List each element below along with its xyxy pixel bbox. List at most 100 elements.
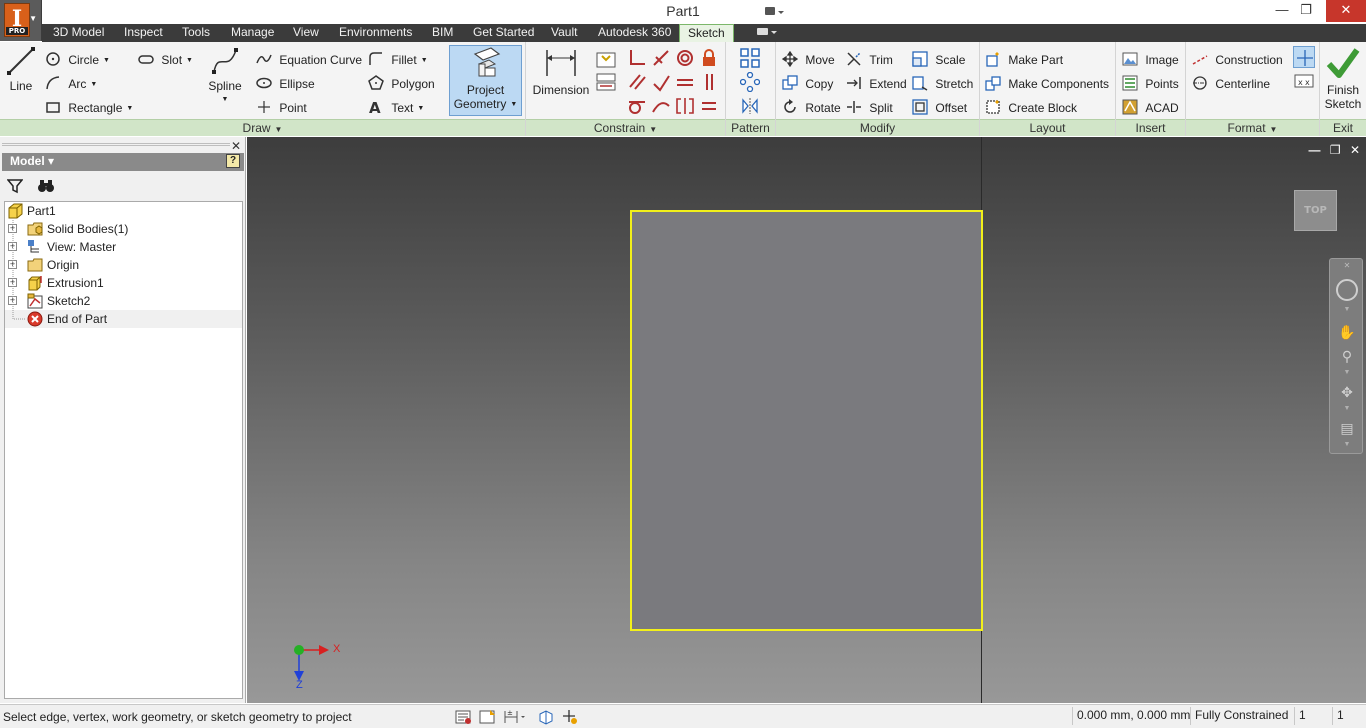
tangent-constraint-icon[interactable] (627, 96, 647, 116)
fillet-button[interactable]: Fillet ▼ (368, 48, 428, 69)
finish-sketch-button[interactable]: Finish Sketch (1322, 46, 1364, 116)
insert-panel-title[interactable]: Insert (1116, 119, 1185, 136)
restore-button[interactable]: ❐ (1292, 0, 1320, 22)
tab-inspect[interactable]: Inspect (124, 24, 163, 42)
coincident-constraint-icon[interactable] (627, 48, 647, 68)
perpendicular-constraint-icon[interactable] (651, 72, 671, 92)
parallel-constraint-icon[interactable] (627, 72, 647, 92)
equation-curve-button[interactable]: Equation Curve (256, 48, 362, 68)
layout-panel-title[interactable]: Layout (980, 119, 1115, 136)
polygon-button[interactable]: Polygon (368, 72, 435, 92)
make-part-button[interactable]: Make Part (985, 48, 1063, 68)
driven-dimension-icon[interactable]: xx (1293, 70, 1315, 92)
project-geometry-button[interactable]: Project Geometry ▼ (449, 45, 522, 116)
tab-manage[interactable]: Manage (231, 24, 274, 42)
image-button[interactable]: Image (1122, 48, 1179, 68)
rotate-button[interactable]: Rotate (782, 96, 841, 116)
pattern-panel-title[interactable]: Pattern (726, 119, 775, 136)
exit-panel-title[interactable]: Exit (1320, 119, 1366, 136)
text-button[interactable]: A Text ▼ (368, 96, 424, 117)
pan-hand-icon[interactable]: ✋ (1338, 323, 1356, 341)
application-menu-button[interactable]: I PRO ▼ (0, 0, 42, 41)
tree-node-view-master[interactable]: + View: Master (5, 238, 242, 256)
steering-wheel-icon[interactable] (1336, 279, 1358, 301)
points-button[interactable]: Points (1122, 72, 1179, 92)
tab-environments[interactable]: Environments (339, 24, 412, 42)
viewport-restore-icon[interactable]: ❐ (1330, 143, 1341, 157)
make-components-button[interactable]: Make Components (985, 72, 1109, 92)
circle-button[interactable]: Circle ▼ (45, 48, 110, 69)
tree-node-end-of-part[interactable]: End of Part (5, 310, 242, 328)
horizontal-constraint-icon[interactable] (675, 72, 695, 92)
filter-icon[interactable] (7, 178, 23, 194)
zoom-icon[interactable]: ⚲ (1338, 347, 1356, 365)
modify-panel-title[interactable]: Modify (776, 119, 979, 136)
sketch-rectangle[interactable] (630, 210, 983, 631)
ellipse-button[interactable]: Ellipse (256, 72, 315, 92)
construction-button[interactable]: Construction (1192, 48, 1283, 68)
navbar-customize-icon[interactable]: ▼ (1341, 441, 1353, 448)
tree-node-extrusion1[interactable]: + Extrusion1 (5, 274, 242, 292)
centerline-button[interactable]: Centerline (1192, 72, 1270, 92)
slot-button[interactable]: Slot ▼ (138, 48, 193, 69)
move-button[interactable]: Move (781, 48, 835, 68)
navbar-close-icon[interactable]: ✕ (1330, 261, 1364, 270)
graphics-window[interactable]: — ❐ ✕ TOP ✕ ▼ ✋ ⚲ ▼ ✥ ▼ ▤ ▼ X Z (247, 137, 1366, 703)
format-panel-title[interactable]: Format ▼ (1186, 119, 1319, 136)
tab-overflow-button[interactable] (755, 24, 781, 42)
browser-grip[interactable] (2, 143, 230, 146)
viewport-close-icon[interactable]: ✕ (1350, 143, 1360, 157)
concentric-constraint-icon[interactable] (675, 48, 695, 68)
dimension-visibility-icon[interactable]: ± (503, 708, 527, 726)
smooth-constraint-icon[interactable] (651, 96, 671, 116)
tab-tools[interactable]: Tools (182, 24, 210, 42)
find-binoculars-icon[interactable] (37, 178, 55, 194)
tree-node-sketch2[interactable]: + Sketch2 (5, 292, 242, 310)
symmetric-constraint-icon[interactable] (675, 96, 695, 116)
sketch-dof-icon[interactable] (479, 708, 497, 726)
quick-access-dropdown[interactable] (765, 3, 805, 21)
tab-get-started[interactable]: Get Started (473, 24, 534, 42)
scale-button[interactable]: Scale (912, 48, 965, 68)
fix-constraint-icon[interactable] (699, 48, 719, 68)
tab-sketch[interactable]: Sketch (679, 24, 734, 42)
spline-button[interactable]: Spline ▼ (205, 46, 245, 110)
tab-bim[interactable]: BIM (432, 24, 453, 42)
slice-graphics-icon[interactable] (537, 708, 555, 726)
split-button[interactable]: Split (846, 96, 893, 116)
stretch-button[interactable]: Stretch (912, 72, 973, 92)
dof-move-icon[interactable] (561, 708, 579, 726)
tab-view[interactable]: View (293, 24, 319, 42)
create-block-button[interactable]: Create Block (985, 96, 1077, 116)
zoom-dropdown-icon[interactable]: ▼ (1341, 369, 1353, 376)
copy-button[interactable]: Copy (782, 72, 833, 92)
auto-dimension-icon[interactable] (596, 50, 616, 70)
tree-node-part1[interactable]: Part1 (5, 202, 242, 220)
constrain-panel-title[interactable]: Constrain ▼ (526, 119, 725, 136)
dimension-button[interactable]: Dimension (530, 46, 592, 102)
look-at-icon[interactable]: ▤ (1338, 419, 1356, 437)
tree-node-origin[interactable]: + Origin (5, 256, 242, 274)
viewport-minimize-icon[interactable]: — (1308, 143, 1320, 157)
line-button[interactable]: Line (4, 46, 38, 100)
draw-panel-title[interactable]: Draw ▼ (0, 119, 525, 136)
orbit-dropdown-icon[interactable]: ▼ (1341, 405, 1353, 412)
help-icon[interactable]: ? (226, 154, 240, 168)
steering-dropdown-icon[interactable]: ▼ (1341, 306, 1353, 313)
show-all-constraints-icon[interactable] (455, 708, 473, 726)
vertical-constraint-icon[interactable] (699, 72, 719, 92)
browser-close-icon[interactable]: ✕ (231, 139, 241, 153)
equal-constraint-icon[interactable] (699, 96, 719, 116)
orbit-icon[interactable]: ✥ (1338, 383, 1356, 401)
close-button[interactable]: ✕ (1326, 0, 1366, 22)
arc-button[interactable]: Arc ▼ (45, 72, 97, 93)
circular-pattern-icon[interactable] (740, 72, 760, 92)
viewcube[interactable]: TOP (1294, 190, 1337, 231)
browser-title-dropdown[interactable]: Model ▾ (10, 154, 54, 168)
mirror-icon[interactable] (740, 96, 760, 116)
offset-button[interactable]: Offset (912, 96, 967, 116)
center-point-toggle-icon[interactable] (1293, 46, 1315, 68)
acad-button[interactable]: ACAD (1122, 96, 1179, 116)
tab-vault[interactable]: Vault (551, 24, 577, 42)
collinear-constraint-icon[interactable] (651, 48, 671, 68)
